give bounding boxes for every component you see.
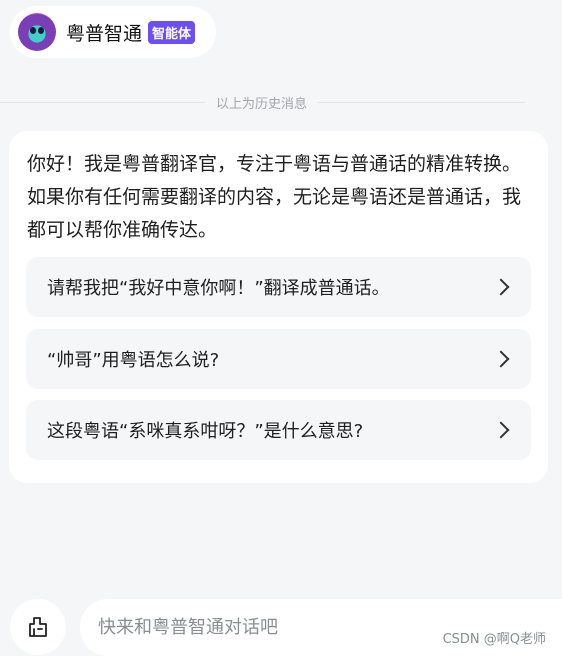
- history-divider-text: 以上为历史消息: [216, 97, 308, 112]
- chevron-right-icon: [492, 350, 510, 368]
- chevron-right-icon: [492, 421, 510, 439]
- welcome-card: 你好！我是粤普翻译官，专注于粤语与普通话的精准转换。如果你有任何需要翻译的内容，…: [9, 131, 548, 483]
- agent-name: 粤普智通: [66, 22, 143, 45]
- suggestion-item[interactable]: “帅哥”用粤语怎么说?: [26, 329, 531, 389]
- suggestion-label: 这段粤语“系咪真系咁呀？”是什么意思?: [47, 421, 364, 442]
- divider-line-left: [0, 102, 205, 103]
- suggestion-item[interactable]: 这段粤语“系咪真系咁呀？”是什么意思?: [26, 400, 531, 460]
- watermark: CSDN @啊Q老师: [442, 632, 546, 647]
- suggestion-item[interactable]: 请帮我把“我好中意你啊！”翻译成普通话。: [26, 257, 531, 317]
- agent-header: 粤普智通 智能体: [10, 6, 216, 58]
- suggestion-label: “帅哥”用粤语怎么说?: [47, 350, 220, 371]
- divider-line-right: [318, 102, 526, 103]
- suggestion-label: 请帮我把“我好中意你啊！”翻译成普通话。: [47, 278, 390, 299]
- robot-avatar-icon[interactable]: [18, 13, 56, 51]
- chevron-right-icon: [492, 278, 510, 296]
- new-chat-icon: [29, 617, 47, 637]
- agent-badge: 智能体: [148, 20, 196, 44]
- chat-input[interactable]: [96, 616, 420, 639]
- new-chat-button[interactable]: [10, 599, 66, 655]
- welcome-message: 你好！我是粤普翻译官，专注于粤语与普通话的精准转换。如果你有任何需要翻译的内容，…: [27, 153, 522, 241]
- history-divider: 以上为历史消息: [0, 93, 562, 112]
